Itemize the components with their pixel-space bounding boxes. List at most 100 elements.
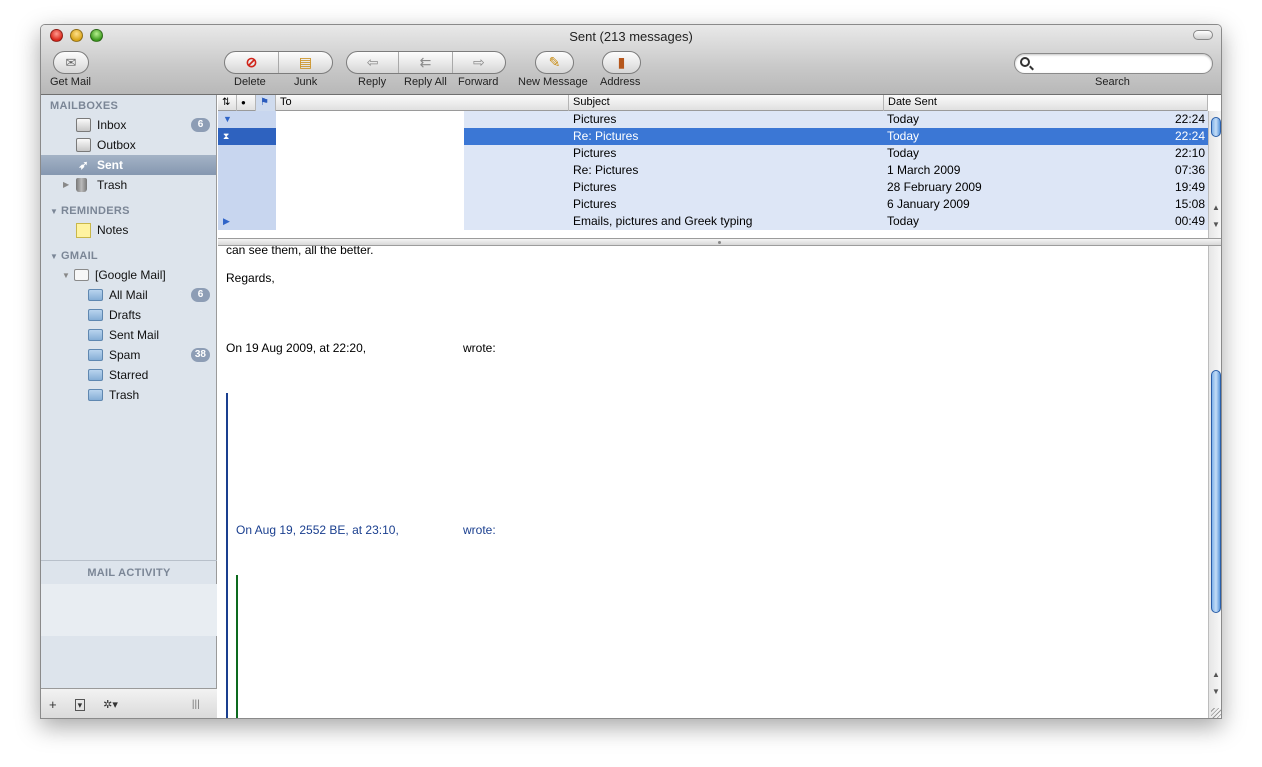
sidebar-item-trash[interactable]: ▶ Trash [41,175,216,195]
sidebar-item-drafts[interactable]: Drafts [41,305,216,325]
search-icon [1020,57,1030,67]
note-icon [76,222,91,238]
delete-junk-group: ⊘ ▤ [224,51,333,74]
search-field[interactable] [1014,53,1213,74]
sidebar-item-starred[interactable]: Starred [41,365,216,385]
reply-all-button[interactable]: ⇇ [399,52,453,73]
quote-attribution-wrote: wrote: [463,341,496,355]
inbox-icon [76,118,91,132]
sidebar-item-label: Trash [109,388,140,402]
redacted-recipients [276,111,464,230]
forward-label: Forward [458,76,499,88]
mailboxes-header[interactable]: MAILBOXES [50,100,118,112]
disclosure-triangle-icon[interactable]: ▶ [63,180,69,189]
forward-button[interactable]: ⇨ [453,52,505,73]
to-column-header[interactable]: To [276,95,569,111]
disclosure-triangle-icon[interactable]: ▼ [50,207,58,216]
sidebar-item-label: Notes [97,223,129,237]
sidebar-item-label: Drafts [109,308,142,322]
thread-expand-icon[interactable]: ▶ [223,213,230,230]
sidebar-item-outbox[interactable]: Outbox [41,135,216,155]
sidebar-item-label: Outbox [97,138,136,152]
reminders-header[interactable]: REMINDERS [61,205,130,217]
date-sent-column-header[interactable]: Date Sent [884,95,1208,111]
get-mail-button[interactable]: ✉ [53,51,89,74]
message-date: Today [887,146,920,160]
forward-arrow-icon: ⇨ [472,54,485,70]
address-button[interactable]: ▮ [602,51,641,74]
new-message-label: New Message [518,76,588,88]
sidebar-item-sent[interactable]: ➶ Sent [41,155,216,175]
scroll-down-icon[interactable]: ▼ [1212,687,1220,696]
subject-column-header[interactable]: Subject [569,95,884,111]
scroll-thumb[interactable] [1211,117,1221,137]
unread-badge: 38 [190,348,210,362]
gmail-header[interactable]: GMAIL [61,250,98,262]
message-list-scrollbar[interactable]: ▲ ▼ [1208,111,1221,238]
show-hide-button[interactable]: ▾ [74,698,86,711]
resize-handle[interactable]: ||| [192,699,200,710]
preview-scrollbar[interactable]: ▲ ▼ [1208,246,1221,718]
folder-icon [88,389,103,401]
mail-activity-pane [41,584,217,636]
delete-icon: ⊘ [245,54,258,70]
sidebar-item-notes[interactable]: Notes [41,220,216,240]
sidebar-item-label: Sent Mail [109,328,160,342]
sidebar-item-spam[interactable]: Spam 38 [41,345,216,365]
folder-icon [88,289,103,301]
folder-icon [88,329,103,341]
message-subject: Pictures [573,197,617,211]
new-message-button[interactable]: ✎ [535,51,574,74]
sidebar-item-google-mail[interactable]: ▼ [Google Mail] [41,265,216,285]
sidebar-item-all-mail[interactable]: All Mail 6 [41,285,216,305]
nested-quote-attribution-wrote: wrote: [463,523,496,537]
sidebar-item-sent-mail[interactable]: Sent Mail [41,325,216,345]
action-gear-button[interactable]: ✲▾ [103,698,118,711]
nested-quote-attribution: On Aug 19, 2552 BE, at 23:10, [236,523,399,537]
toolbar-toggle-button[interactable] [1193,30,1213,40]
unread-badge: 6 [191,288,210,302]
sidebar-item-label: Sent [97,158,124,172]
window-resize-grip[interactable] [1211,708,1221,718]
reply-arrow-icon: ⇦ [366,54,379,70]
flag-icon: ⚑ [260,97,269,108]
scroll-down-icon[interactable]: ▼ [1212,220,1220,229]
trash-icon [76,178,87,192]
thread-child-icon: ⧗ [223,131,230,141]
pane-splitter[interactable] [218,238,1221,246]
thread-collapse-icon[interactable]: ▼ [223,111,232,128]
sidebar-item-inbox[interactable]: Inbox 6 [41,115,216,135]
disclosure-triangle-icon[interactable]: ▼ [50,252,58,261]
mail-activity-header: MAIL ACTIVITY [41,560,217,584]
sidebar-item-label: Trash [97,178,128,192]
reply-all-arrow-icon: ⇇ [419,54,432,70]
quote-bar-level-1 [226,393,228,718]
message-subject: Re: Pictures [573,163,639,177]
scroll-up-icon[interactable]: ▲ [1212,203,1220,212]
unread-badge: 6 [191,118,210,132]
search-label: Search [1095,76,1130,88]
flag-column-header[interactable]: ⚑ [256,95,276,111]
junk-button[interactable]: ▤ [279,52,332,73]
add-mailbox-button[interactable]: + [49,697,57,712]
window-title: Sent (213 messages) [569,29,693,44]
folder-icon [88,369,103,381]
message-preview: can see them, all the better. Regards, O… [218,246,1221,718]
search-input[interactable] [1037,56,1207,72]
paper-plane-icon: ➶ [78,158,89,172]
read-status-column-header[interactable]: ● [237,95,256,111]
message-time: 00:49 [1174,214,1205,228]
scroll-thumb[interactable] [1211,370,1221,613]
address-label: Address [600,76,641,88]
outbox-icon [76,138,91,152]
delete-button[interactable]: ⊘ [225,52,279,73]
reply-button[interactable]: ⇦ [347,52,400,73]
folder-icon [88,349,103,361]
message-date: Today [887,214,920,228]
scroll-up-icon[interactable]: ▲ [1212,670,1220,679]
quote-bar-level-2 [236,575,238,718]
sidebar-item-gmail-trash[interactable]: Trash [41,385,216,405]
thread-column-header[interactable]: ⇅ [218,95,237,111]
message-time: 07:36 [1174,163,1205,177]
disclosure-triangle-icon[interactable]: ▼ [62,271,70,280]
